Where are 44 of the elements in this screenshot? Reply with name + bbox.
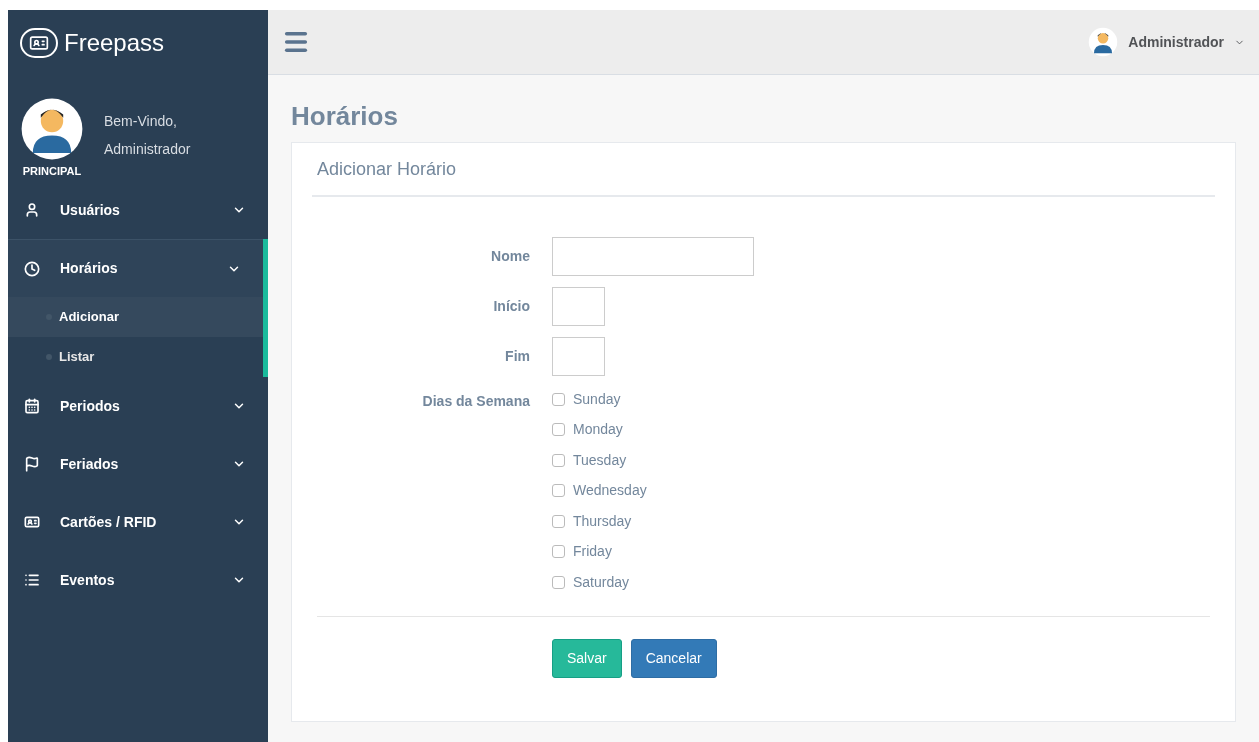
submenu-item[interactable]: Listar [8, 337, 263, 377]
calendar-icon [24, 398, 42, 414]
sidebar-item[interactable]: Feriados [8, 435, 268, 493]
avatar [20, 97, 84, 161]
field-label: Nome [490, 247, 530, 266]
sidebar-item[interactable]: Usuários [8, 181, 268, 239]
checkbox-label: Sunday [573, 389, 621, 409]
field-label: Início [492, 297, 530, 316]
checkbox-label: Monday [573, 420, 623, 439]
sidebar-item[interactable]: Periodos [8, 377, 268, 435]
sidebar-item[interactable]: Eventos [8, 551, 268, 609]
checkbox[interactable] [552, 514, 565, 528]
checkbox[interactable] [552, 392, 565, 406]
brand-name: Freepass [64, 27, 165, 58]
user-name: Administrador [104, 140, 191, 159]
checkbox-label: Tuesday [573, 450, 627, 470]
checkbox[interactable] [552, 484, 565, 497]
page-title: Horários [291, 100, 399, 133]
section-label: PRINCIPAL [22, 164, 82, 179]
user-menu[interactable]: Administrador [1088, 27, 1245, 57]
checkbox[interactable] [552, 423, 565, 436]
checkbox[interactable] [552, 575, 565, 589]
field-label: Dias da Semana [421, 392, 530, 411]
sidebar-item[interactable]: Horários [8, 239, 263, 297]
clock-icon [24, 260, 42, 277]
card-title: Adicionar Horário [317, 157, 457, 181]
input-field[interactable] [552, 237, 754, 276]
checkbox-label: Friday [573, 542, 612, 561]
checkbox-label: Wednesday [573, 481, 647, 500]
field-label: Fim [504, 347, 530, 366]
input-field[interactable] [552, 287, 605, 326]
submenu-item[interactable]: Adicionar [8, 297, 263, 337]
id-card-icon [20, 27, 58, 58]
checkbox-label: Saturday [573, 572, 630, 592]
checkbox[interactable] [552, 453, 565, 467]
id-card-icon [24, 514, 42, 530]
checkbox[interactable] [552, 545, 565, 558]
list-icon [24, 572, 42, 588]
welcome-text: Bem-Vindo, [104, 112, 178, 131]
input-field[interactable] [552, 337, 605, 376]
cancel-button[interactable]: Cancelar [630, 639, 717, 678]
checkbox-label: Thursday [573, 511, 632, 531]
sidebar-item[interactable]: Cartões / RFID [8, 493, 268, 551]
avatar [1088, 27, 1119, 57]
